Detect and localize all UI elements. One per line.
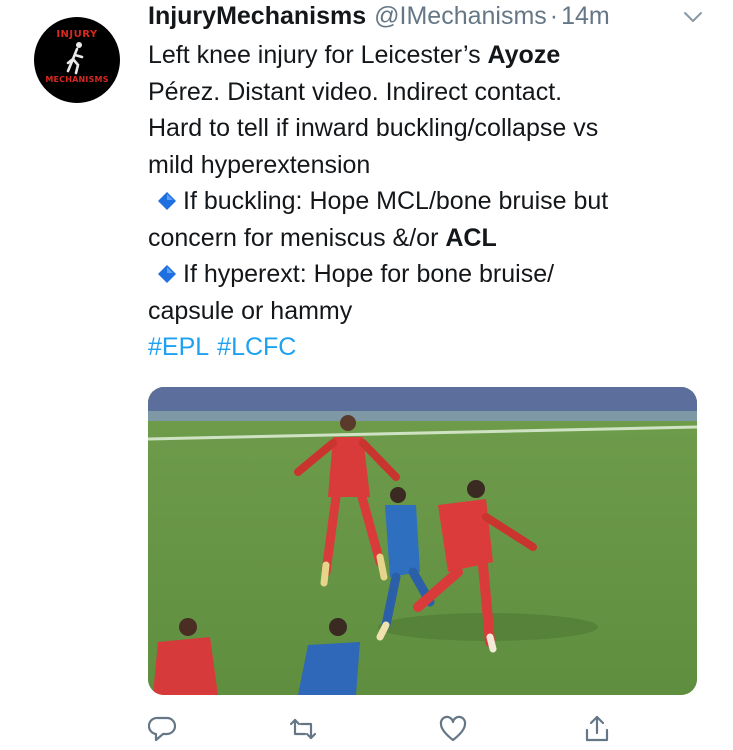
text-line: If buckling: Hope MCL/bone bruise but <box>148 183 708 220</box>
reply-icon[interactable] <box>148 714 178 744</box>
text-line: Hard to tell if inward buckling/collapse… <box>148 114 599 142</box>
text-line: capsule or hammy <box>148 296 353 325</box>
blue-diamond-icon <box>158 265 176 283</box>
user-handle[interactable]: @IMechanisms <box>374 2 547 31</box>
retweet-icon[interactable] <box>288 714 318 744</box>
hashtags: #EPL #LCFC <box>148 329 708 366</box>
hashtag-link[interactable]: #LCFC <box>217 333 296 361</box>
avatar[interactable]: INJURY MECHANISMS <box>34 17 120 103</box>
text-line: Pérez. Distant video. Indirect contact. <box>148 77 563 106</box>
avatar-logo-top: INJURY <box>56 29 98 40</box>
tweet-text: Left knee injury for Leicester’s Ayoze P… <box>148 37 708 366</box>
video-frame-image <box>148 387 697 695</box>
tweet[interactable]: INJURY MECHANISMS InjuryMechanisms @IMec… <box>0 0 733 750</box>
text-line: If hyperext: Hope for bone bruise/ <box>148 256 708 293</box>
tweet-header: InjuryMechanisms @IMechanisms · 14m <box>148 2 610 36</box>
avatar-logo-bottom: MECHANISMS <box>45 75 109 84</box>
timestamp[interactable]: 14m <box>561 2 610 31</box>
share-icon[interactable] <box>582 714 612 744</box>
display-name[interactable]: InjuryMechanisms <box>148 2 366 31</box>
runner-logo-icon <box>66 42 84 75</box>
text-line: mild hyperextension <box>148 150 371 179</box>
separator-dot: · <box>549 2 559 30</box>
hashtag-link[interactable]: #EPL <box>148 333 209 361</box>
text-line: Left knee injury for Leicester’s Ayoze <box>148 41 561 69</box>
tweet-actions <box>148 714 618 750</box>
text-line: concern for meniscus &/or ACL <box>148 223 497 252</box>
chevron-down-icon[interactable] <box>682 10 704 24</box>
like-icon[interactable] <box>438 714 468 744</box>
blue-diamond-icon <box>158 192 176 210</box>
tweet-video[interactable] <box>148 387 697 695</box>
